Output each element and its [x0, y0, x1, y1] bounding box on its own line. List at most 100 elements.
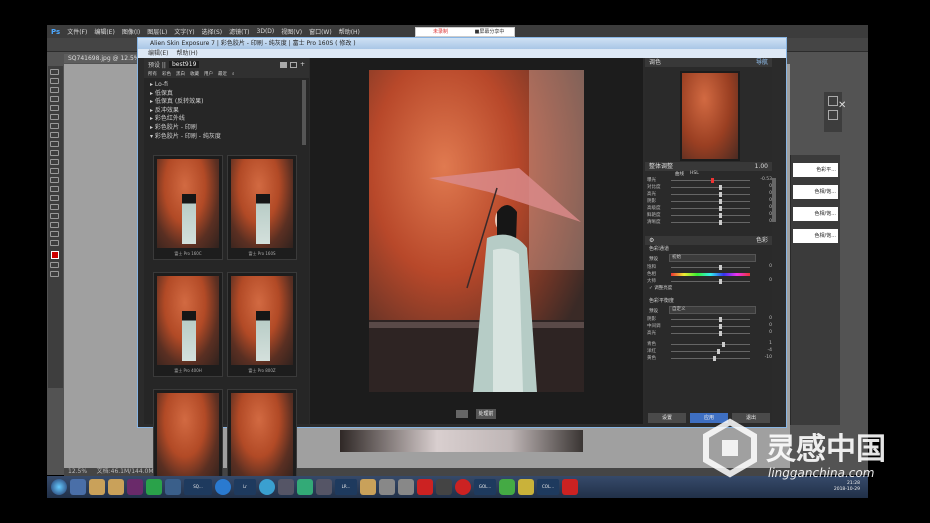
menu-type[interactable]: 文字(Y): [174, 27, 194, 36]
close-icon[interactable]: ✕: [838, 100, 846, 111]
panel-icon[interactable]: [828, 96, 838, 106]
filter-tab-color[interactable]: 彩色: [162, 71, 171, 77]
list-view-icon[interactable]: [289, 61, 297, 68]
master-slider[interactable]: 大师 0: [647, 278, 772, 285]
balance-preset-select[interactable]: 自定义: [669, 306, 756, 314]
menu-select[interactable]: 选择(S): [202, 27, 223, 36]
gradient-tool-icon[interactable]: [50, 168, 59, 174]
app-icon[interactable]: [278, 479, 294, 495]
panel-scrollbar[interactable]: [772, 178, 776, 222]
history-brush-icon[interactable]: [50, 150, 59, 156]
preset-thumb[interactable]: 富士 Pro 400H: [153, 272, 223, 377]
highlights-slider[interactable]: 高光 0: [647, 191, 772, 198]
foreground-color-swatch[interactable]: [51, 251, 59, 259]
eraser-icon[interactable]: [50, 159, 59, 165]
menu-file[interactable]: 文件(F): [67, 27, 87, 36]
preset-search-input[interactable]: best919: [168, 61, 200, 68]
healing-brush-icon[interactable]: [50, 123, 59, 129]
recording-status[interactable]: 未录制: [416, 28, 465, 36]
tree-item[interactable]: ▾ 彩色胶片 - 印刷 - 纯灰度: [150, 133, 303, 142]
taskbar-window[interactable]: Lr: [234, 479, 256, 495]
taskbar-window[interactable]: COL...: [537, 479, 559, 495]
app-icon[interactable]: [518, 479, 534, 495]
balance-midtones-slider[interactable]: 中间调 0: [647, 323, 772, 330]
app-icon[interactable]: [499, 479, 515, 495]
app-icon[interactable]: [379, 479, 395, 495]
wechat-icon[interactable]: [146, 479, 162, 495]
move-tool-icon[interactable]: [50, 69, 59, 75]
app-icon[interactable]: [70, 479, 86, 495]
tree-item[interactable]: ▸ 彩色胶片 - 印刷: [150, 124, 303, 133]
app-icon[interactable]: [316, 479, 332, 495]
balance-highlights-slider[interactable]: 高光 0: [647, 330, 772, 337]
app-icon[interactable]: [127, 479, 143, 495]
start-button-icon[interactable]: [51, 479, 67, 495]
app-icon[interactable]: [297, 479, 313, 495]
marquee-tool-icon[interactable]: [50, 78, 59, 84]
app-icon[interactable]: [360, 479, 376, 495]
layer-item[interactable]: 色相/饱...: [793, 207, 838, 221]
menu-image[interactable]: 图像(I): [122, 27, 140, 36]
app-icon[interactable]: [455, 479, 471, 495]
contrast-slider[interactable]: 对比度 0: [647, 184, 772, 191]
layer-item[interactable]: 色彩平...: [793, 163, 838, 177]
app-icon[interactable]: [436, 479, 452, 495]
app-icon[interactable]: [108, 479, 124, 495]
app-icon[interactable]: [215, 479, 231, 495]
app-icon[interactable]: [417, 479, 433, 495]
vibrance-slider[interactable]: 鲜艳度 0: [647, 212, 772, 219]
panel-icon[interactable]: [828, 110, 838, 120]
menu-help[interactable]: 帮助(H): [339, 27, 360, 36]
app-icon[interactable]: [165, 479, 181, 495]
app-icon[interactable]: [259, 479, 275, 495]
navigator-title[interactable]: 导航: [756, 58, 768, 67]
cyan-slider[interactable]: 青色 1: [647, 341, 772, 348]
shape-tool-icon[interactable]: [50, 222, 59, 228]
taskbar-window[interactable]: GOL...: [474, 479, 496, 495]
app-icon[interactable]: [89, 479, 105, 495]
color-preset-select[interactable]: 初始: [669, 254, 756, 262]
brush-tool-icon[interactable]: [50, 132, 59, 138]
preset-thumb[interactable]: 富士 Pro 160S: [227, 155, 297, 260]
layer-item[interactable]: 色相/饱...: [793, 185, 838, 199]
presets-scrollbar[interactable]: [302, 80, 306, 145]
hand-tool-icon[interactable]: [50, 231, 59, 237]
app-icon[interactable]: [398, 479, 414, 495]
menu-edit[interactable]: 编辑(E): [148, 49, 168, 58]
basic-section-title[interactable]: 整体调整: [649, 162, 673, 171]
navigator-thumbnail[interactable]: [682, 73, 738, 159]
filter-tab-favorites[interactable]: 收藏: [190, 71, 199, 77]
filter-tab-bw[interactable]: 黑白: [176, 71, 185, 77]
zoom-tool-icon[interactable]: [50, 240, 59, 246]
filter-tab-all[interactable]: 所有: [148, 71, 157, 77]
preset-thumb[interactable]: 富士 Pro 800Z: [227, 272, 297, 377]
color-section-icon[interactable]: ⚙: [649, 236, 654, 245]
exposure-slider[interactable]: 曝光 -0.53: [647, 177, 772, 184]
screen-share-status[interactable]: ■屏幕分享中: [465, 28, 514, 36]
eyedropper-icon[interactable]: [50, 114, 59, 120]
yellow-slider[interactable]: 黄色 -10: [647, 355, 772, 362]
settings-button[interactable]: 设置: [648, 413, 686, 423]
magic-wand-icon[interactable]: [50, 96, 59, 102]
tree-item[interactable]: ▸ 低保真: [150, 90, 303, 99]
tree-item[interactable]: ▸ Lo-fi: [150, 81, 303, 90]
search-icon[interactable]: ⌕: [232, 71, 235, 77]
tree-item[interactable]: ▸ 彩色红外线: [150, 115, 303, 124]
menu-3d[interactable]: 3D(D): [257, 28, 275, 35]
quick-mask-icon[interactable]: [50, 262, 59, 268]
balance-shadows-slider[interactable]: 阴影 0: [647, 316, 772, 323]
type-tool-icon[interactable]: [50, 204, 59, 210]
pen-tool-icon[interactable]: [50, 195, 59, 201]
saturation-slider[interactable]: 高级度 0: [647, 205, 772, 212]
taskbar-window[interactable]: LR...: [335, 479, 357, 495]
menu-layer[interactable]: 图层(L): [147, 27, 167, 36]
view-mode-icon[interactable]: [456, 410, 468, 418]
color-section-title[interactable]: 色彩: [756, 236, 768, 245]
path-select-icon[interactable]: [50, 213, 59, 219]
before-after-button[interactable]: 处理前: [476, 409, 496, 419]
menu-edit[interactable]: 编辑(E): [94, 27, 114, 36]
menu-help[interactable]: 帮助(H): [176, 49, 197, 58]
hue-slider[interactable]: 色相: [647, 271, 772, 278]
preview-photo[interactable]: [369, 70, 584, 392]
filter-tab-recent[interactable]: 最近: [218, 71, 227, 77]
